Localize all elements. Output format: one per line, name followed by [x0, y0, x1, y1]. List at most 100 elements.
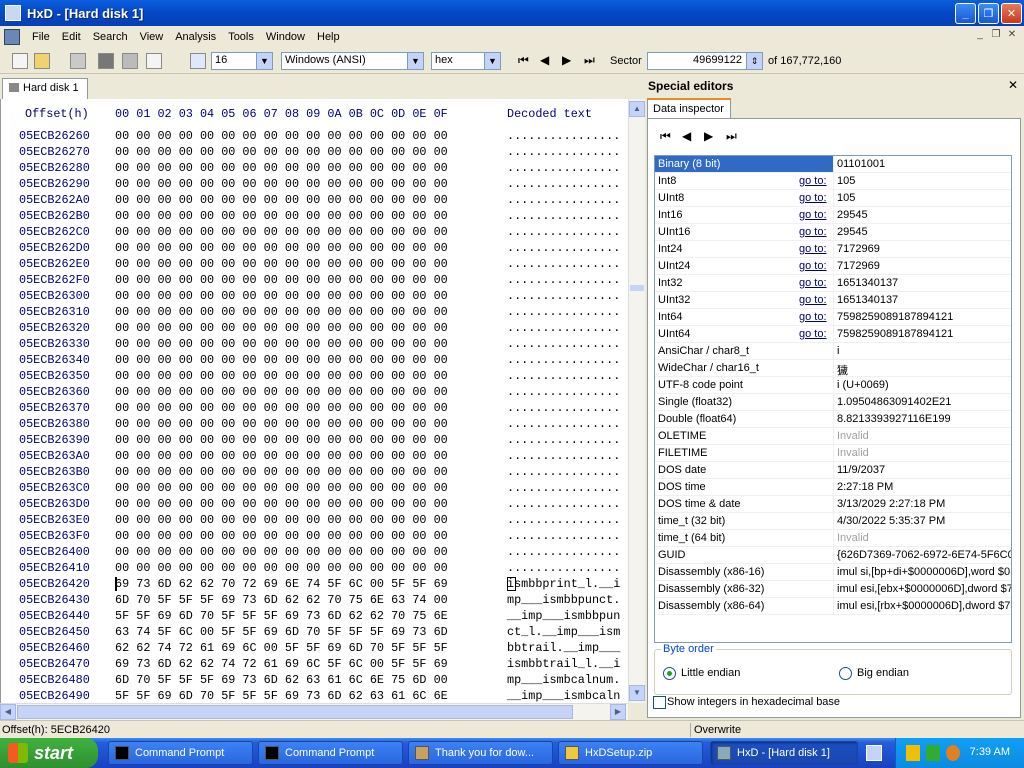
task-hxd[interactable]: HxD - [Hard disk 1]	[710, 741, 858, 765]
inspector-row[interactable]: Int8 go to: 105	[655, 173, 1011, 190]
row-hex-bytes[interactable]: 00 00 00 00 00 00 00 00 00 00 00 00 00 0…	[115, 353, 448, 367]
inspector-row[interactable]: Disassembly (x86-16) imul si,[bp+di+$0000…	[655, 564, 1011, 581]
inspector-row-value[interactable]: Invalid	[837, 430, 1011, 442]
disk-icon[interactable]	[98, 53, 114, 69]
chevron-down-icon[interactable]: ▼	[407, 53, 423, 69]
app-icon[interactable]	[5, 5, 21, 21]
scroll-left-icon[interactable]: ◀	[0, 704, 16, 720]
row-decoded-text[interactable]: ................	[507, 337, 620, 351]
row-hex-bytes[interactable]: 00 00 00 00 00 00 00 00 00 00 00 00 00 0…	[115, 289, 448, 303]
goto-link[interactable]: go to:	[799, 260, 827, 272]
menu-window[interactable]: Window	[260, 31, 311, 43]
inspector-row[interactable]: UInt24 go to: 7172969	[655, 258, 1011, 275]
inspector-row-value[interactable]: imul esi,[rbx+$0000006D],dword $7	[837, 600, 1011, 612]
row-decoded-text[interactable]: ................	[507, 497, 620, 511]
row-hex-bytes[interactable]: 00 00 00 00 00 00 00 00 00 00 00 00 00 0…	[115, 369, 448, 383]
inspector-row-value[interactable]: 1651340137	[837, 294, 1011, 306]
inspector-row[interactable]: Int16 go to: 29545	[655, 207, 1011, 224]
little-endian-radio[interactable]	[663, 667, 676, 680]
inspector-row[interactable]: Double (float64) 8.8213393927116E199	[655, 411, 1011, 428]
row-hex-bytes[interactable]: 00 00 00 00 00 00 00 00 00 00 00 00 00 0…	[115, 129, 448, 143]
last-sector-icon[interactable]: ⏭	[584, 53, 600, 69]
goto-link[interactable]: go to:	[799, 294, 827, 306]
inspector-row-value[interactable]: 7172969	[837, 243, 1011, 255]
row-decoded-text[interactable]: ................	[507, 257, 620, 271]
close-button[interactable]: ✕	[1001, 3, 1022, 24]
inspector-row-value[interactable]: Invalid	[837, 447, 1011, 459]
save-icon[interactable]	[70, 53, 86, 69]
mdi-restore-button[interactable]: ❐	[988, 29, 1004, 43]
inspector-row[interactable]: Int32 go to: 1651340137	[655, 275, 1011, 292]
row-hex-bytes[interactable]: 00 00 00 00 00 00 00 00 00 00 00 00 00 0…	[115, 177, 448, 191]
row-hex-bytes[interactable]: 00 00 00 00 00 00 00 00 00 00 00 00 00 0…	[115, 561, 448, 575]
inspector-row[interactable]: UInt32 go to: 1651340137	[655, 292, 1011, 309]
row-decoded-text[interactable]: ................	[507, 209, 620, 223]
inspector-row[interactable]: time_t (32 bit) 4/30/2022 5:35:37 PM	[655, 513, 1011, 530]
ram-icon[interactable]	[122, 53, 138, 69]
inspector-row[interactable]: Disassembly (x86-64) imul esi,[rbx+$00000…	[655, 598, 1011, 615]
row-hex-bytes[interactable]: 00 00 00 00 00 00 00 00 00 00 00 00 00 0…	[115, 497, 448, 511]
hscroll-thumb[interactable]	[17, 705, 573, 719]
properties-icon[interactable]	[146, 53, 162, 69]
row-hex-bytes[interactable]: 00 00 00 00 00 00 00 00 00 00 00 00 00 0…	[115, 209, 448, 223]
menu-analysis[interactable]: Analysis	[169, 31, 222, 43]
row-decoded-text[interactable]: ismbbtrail_l.__i	[507, 657, 620, 671]
row-decoded-text[interactable]: mp___ismbcalnum.	[507, 673, 620, 687]
goto-link[interactable]: go to:	[799, 226, 827, 238]
row-hex-bytes[interactable]: 00 00 00 00 00 00 00 00 00 00 00 00 00 0…	[115, 385, 448, 399]
inspector-row[interactable]: DOS time & date 3/13/2029 2:27:18 PM	[655, 496, 1011, 513]
inspector-row-value[interactable]: 7598259089187894121	[837, 328, 1011, 340]
row-hex-bytes[interactable]: 00 00 00 00 00 00 00 00 00 00 00 00 00 0…	[115, 449, 448, 463]
minimize-button[interactable]: _	[955, 3, 976, 24]
scroll-right-icon[interactable]: ▶	[610, 704, 626, 720]
row-hex-bytes[interactable]: 00 00 00 00 00 00 00 00 00 00 00 00 00 0…	[115, 545, 448, 559]
inspector-row[interactable]: Binary (8 bit) 01101001	[655, 156, 1011, 173]
row-decoded-text[interactable]: ................	[507, 225, 620, 239]
security-shield-icon[interactable]	[906, 745, 920, 761]
prev-sector-icon[interactable]: ◀	[540, 53, 556, 69]
row-decoded-text[interactable]: ................	[507, 369, 620, 383]
row-hex-bytes[interactable]: 00 00 00 00 00 00 00 00 00 00 00 00 00 0…	[115, 145, 448, 159]
goto-link[interactable]: go to:	[799, 243, 827, 255]
inspector-row[interactable]: Int64 go to: 7598259089187894121	[655, 309, 1011, 326]
goto-link[interactable]: go to:	[799, 277, 827, 289]
row-decoded-text[interactable]: ................	[507, 465, 620, 479]
inspector-row[interactable]: DOS date 11/9/2037	[655, 462, 1011, 479]
inspector-row-value[interactable]: imul esi,[ebx+$0000006D],dword $7	[837, 583, 1011, 595]
tab-hard-disk-1[interactable]: Hard disk 1	[2, 78, 88, 99]
task-command-prompt-2[interactable]: Command Prompt	[258, 741, 403, 765]
inspector-row-value[interactable]: 4/30/2022 5:35:37 PM	[837, 515, 1011, 527]
row-hex-bytes[interactable]: 62 62 74 72 61 69 6C 00 5F 5F 69 6D 70 5…	[115, 641, 448, 655]
row-decoded-text[interactable]: ................	[507, 385, 620, 399]
row-hex-bytes[interactable]: 69 73 6D 62 62 74 72 61 69 6C 5F 6C 00 5…	[115, 657, 448, 671]
open-folder-icon[interactable]	[34, 53, 50, 69]
menu-help[interactable]: Help	[311, 31, 346, 43]
row-hex-bytes[interactable]: 00 00 00 00 00 00 00 00 00 00 00 00 00 0…	[115, 465, 448, 479]
big-endian-radio[interactable]	[839, 667, 852, 680]
document-icon[interactable]	[4, 29, 20, 45]
row-decoded-text[interactable]: ................	[507, 545, 620, 559]
inspector-row-value[interactable]: 7172969	[837, 260, 1011, 272]
inspector-row-value[interactable]: 7598259089187894121	[837, 311, 1011, 323]
row-decoded-text[interactable]: ................	[507, 161, 620, 175]
row-hex-bytes[interactable]: 00 00 00 00 00 00 00 00 00 00 00 00 00 0…	[115, 321, 448, 335]
inspector-row-value[interactable]: 8.8213393927116E199	[837, 413, 1011, 425]
inspector-row-value[interactable]: Invalid	[837, 532, 1011, 544]
start-button[interactable]: start	[0, 738, 98, 768]
inspector-row[interactable]: Disassembly (x86-32) imul esi,[ebx+$00000…	[655, 581, 1011, 598]
row-hex-bytes[interactable]: 00 00 00 00 00 00 00 00 00 00 00 00 00 0…	[115, 241, 448, 255]
menu-search[interactable]: Search	[87, 31, 134, 43]
keyboard-icon[interactable]	[866, 745, 882, 761]
row-hex-bytes[interactable]: 00 00 00 00 00 00 00 00 00 00 00 00 00 0…	[115, 257, 448, 271]
inspector-row[interactable]: AnsiChar / char8_t i	[655, 343, 1011, 360]
row-hex-bytes[interactable]: 00 00 00 00 00 00 00 00 00 00 00 00 00 0…	[115, 401, 448, 415]
inspector-row[interactable]: GUID {626D7369-7062-6972-6E74-5F6C0	[655, 547, 1011, 564]
inspector-table[interactable]: Binary (8 bit) 01101001 Int8 go to: 105 UInt8…	[654, 155, 1012, 643]
row-decoded-text[interactable]: ................	[507, 353, 620, 367]
task-hxdsetup-zip[interactable]: HxDSetup.zip	[558, 741, 703, 765]
inspector-row[interactable]: UTF-8 code point i (U+0069)	[655, 377, 1011, 394]
inspector-row[interactable]: UInt64 go to: 7598259089187894121	[655, 326, 1011, 343]
last-icon[interactable]: ⏭	[726, 129, 737, 144]
inspector-row-value[interactable]: 29545	[837, 209, 1011, 221]
next-icon[interactable]: ▶	[704, 129, 713, 143]
